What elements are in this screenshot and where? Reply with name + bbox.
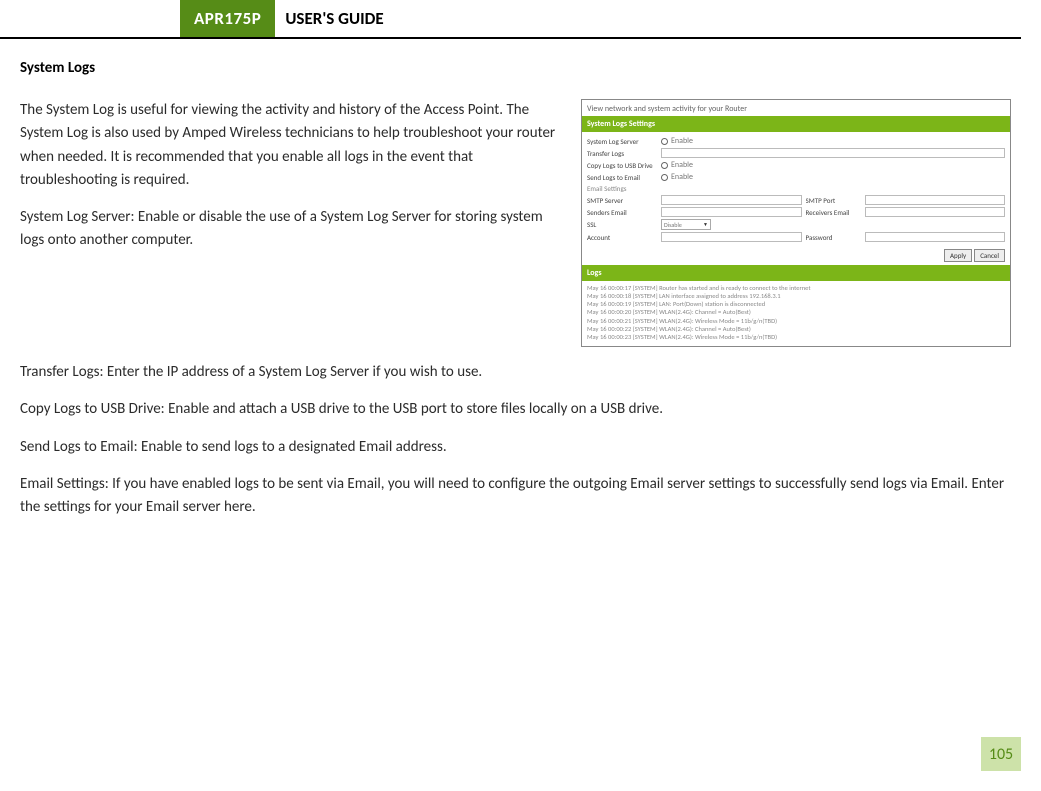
fig-label-smtp-server: SMTP Server	[587, 196, 657, 205]
figure-settings-header: System Logs Settings	[582, 116, 1010, 132]
radio-icon	[661, 174, 668, 181]
figure-caption: View network and system activity for you…	[582, 100, 1010, 116]
log-line: May 16 00:00:18 [SYSTEM] LAN interface a…	[587, 292, 1005, 300]
fig-input-receivers-email[interactable]	[865, 207, 1006, 217]
fig-input-smtp-server[interactable]	[661, 195, 802, 205]
paragraph-send-email: Send Logs to Email: Enable to send logs …	[20, 436, 1011, 459]
fig-label-password: Password	[806, 233, 861, 242]
radio-icon	[661, 138, 668, 145]
paragraph-syslog-server: System Log Server: Enable or disable the…	[20, 206, 561, 253]
figure-button-row: Apply Cancel	[582, 246, 1010, 265]
log-line: May 16 00:00:23 [SYSTEM] WLAN(2.4G): Wir…	[587, 333, 1005, 341]
figure-logs-body: May 16 00:00:17 [SYSTEM] Router has star…	[582, 281, 1010, 346]
log-line: May 16 00:00:21 [SYSTEM] WLAN(2.4G): Wir…	[587, 317, 1005, 325]
content-area: System Logs The System Log is useful for…	[0, 39, 1041, 519]
section-title: System Logs	[20, 59, 1011, 77]
fig-enable-usb[interactable]: Enable	[661, 160, 1005, 170]
fig-input-transfer-logs[interactable]	[661, 148, 1005, 158]
system-logs-figure: View network and system activity for you…	[581, 99, 1011, 347]
fig-label-ssl: SSL	[587, 220, 657, 229]
fig-input-account[interactable]	[661, 232, 802, 242]
fig-label-copy-usb: Copy Logs to USB Drive	[587, 161, 657, 170]
fig-label-send-email: Send Logs to Email	[587, 173, 657, 182]
fig-label-email-settings: Email Settings	[587, 184, 657, 193]
radio-icon	[661, 162, 668, 169]
fig-input-smtp-port[interactable]	[865, 195, 1006, 205]
intro-row: The System Log is useful for viewing the…	[20, 99, 1011, 347]
cancel-button[interactable]: Cancel	[974, 249, 1005, 262]
fig-label-account: Account	[587, 233, 657, 242]
paragraph-email-settings: Email Settings: If you have enabled logs…	[20, 473, 1011, 520]
paragraph-intro: The System Log is useful for viewing the…	[20, 99, 561, 192]
page-number: 105	[981, 737, 1021, 771]
header-spacer	[0, 36, 160, 37]
fig-label-transfer-logs: Transfer Logs	[587, 149, 657, 158]
intro-text-column: The System Log is useful for viewing the…	[20, 99, 561, 347]
paragraph-transfer-logs: Transfer Logs: Enter the IP address of a…	[20, 361, 1011, 384]
fig-label-senders-email: Senders Email	[587, 208, 657, 217]
header-bar: APR175P USER'S GUIDE	[0, 0, 1021, 39]
log-line: May 16 00:00:20 [SYSTEM] WLAN(2.4G): Cha…	[587, 308, 1005, 316]
apply-button[interactable]: Apply	[944, 249, 972, 262]
paragraph-copy-usb: Copy Logs to USB Drive: Enable and attac…	[20, 398, 1011, 421]
fig-input-password[interactable]	[865, 232, 1006, 242]
log-line: May 16 00:00:19 [SYSTEM] LAN: Port(Down)…	[587, 300, 1005, 308]
log-line: May 16 00:00:22 [SYSTEM] WLAN(2.4G): Cha…	[587, 325, 1005, 333]
figure-logs-header: Logs	[582, 265, 1010, 281]
fig-input-senders-email[interactable]	[661, 207, 802, 217]
fig-select-ssl[interactable]: Disable	[661, 219, 711, 230]
fig-enable-email[interactable]: Enable	[661, 172, 1005, 182]
log-line: May 16 00:00:17 [SYSTEM] Router has star…	[587, 284, 1005, 292]
fig-label-receivers-email: Receivers Email	[806, 208, 861, 217]
fig-label-syslog-server: System Log Server	[587, 137, 657, 146]
header-model-badge: APR175P	[180, 0, 275, 37]
figure-form: System Log Server Enable Transfer Logs C…	[582, 132, 1010, 246]
header-title: USER'S GUIDE	[275, 0, 383, 37]
fig-label-smtp-port: SMTP Port	[806, 196, 861, 205]
fig-enable-syslog[interactable]: Enable	[661, 136, 1005, 146]
